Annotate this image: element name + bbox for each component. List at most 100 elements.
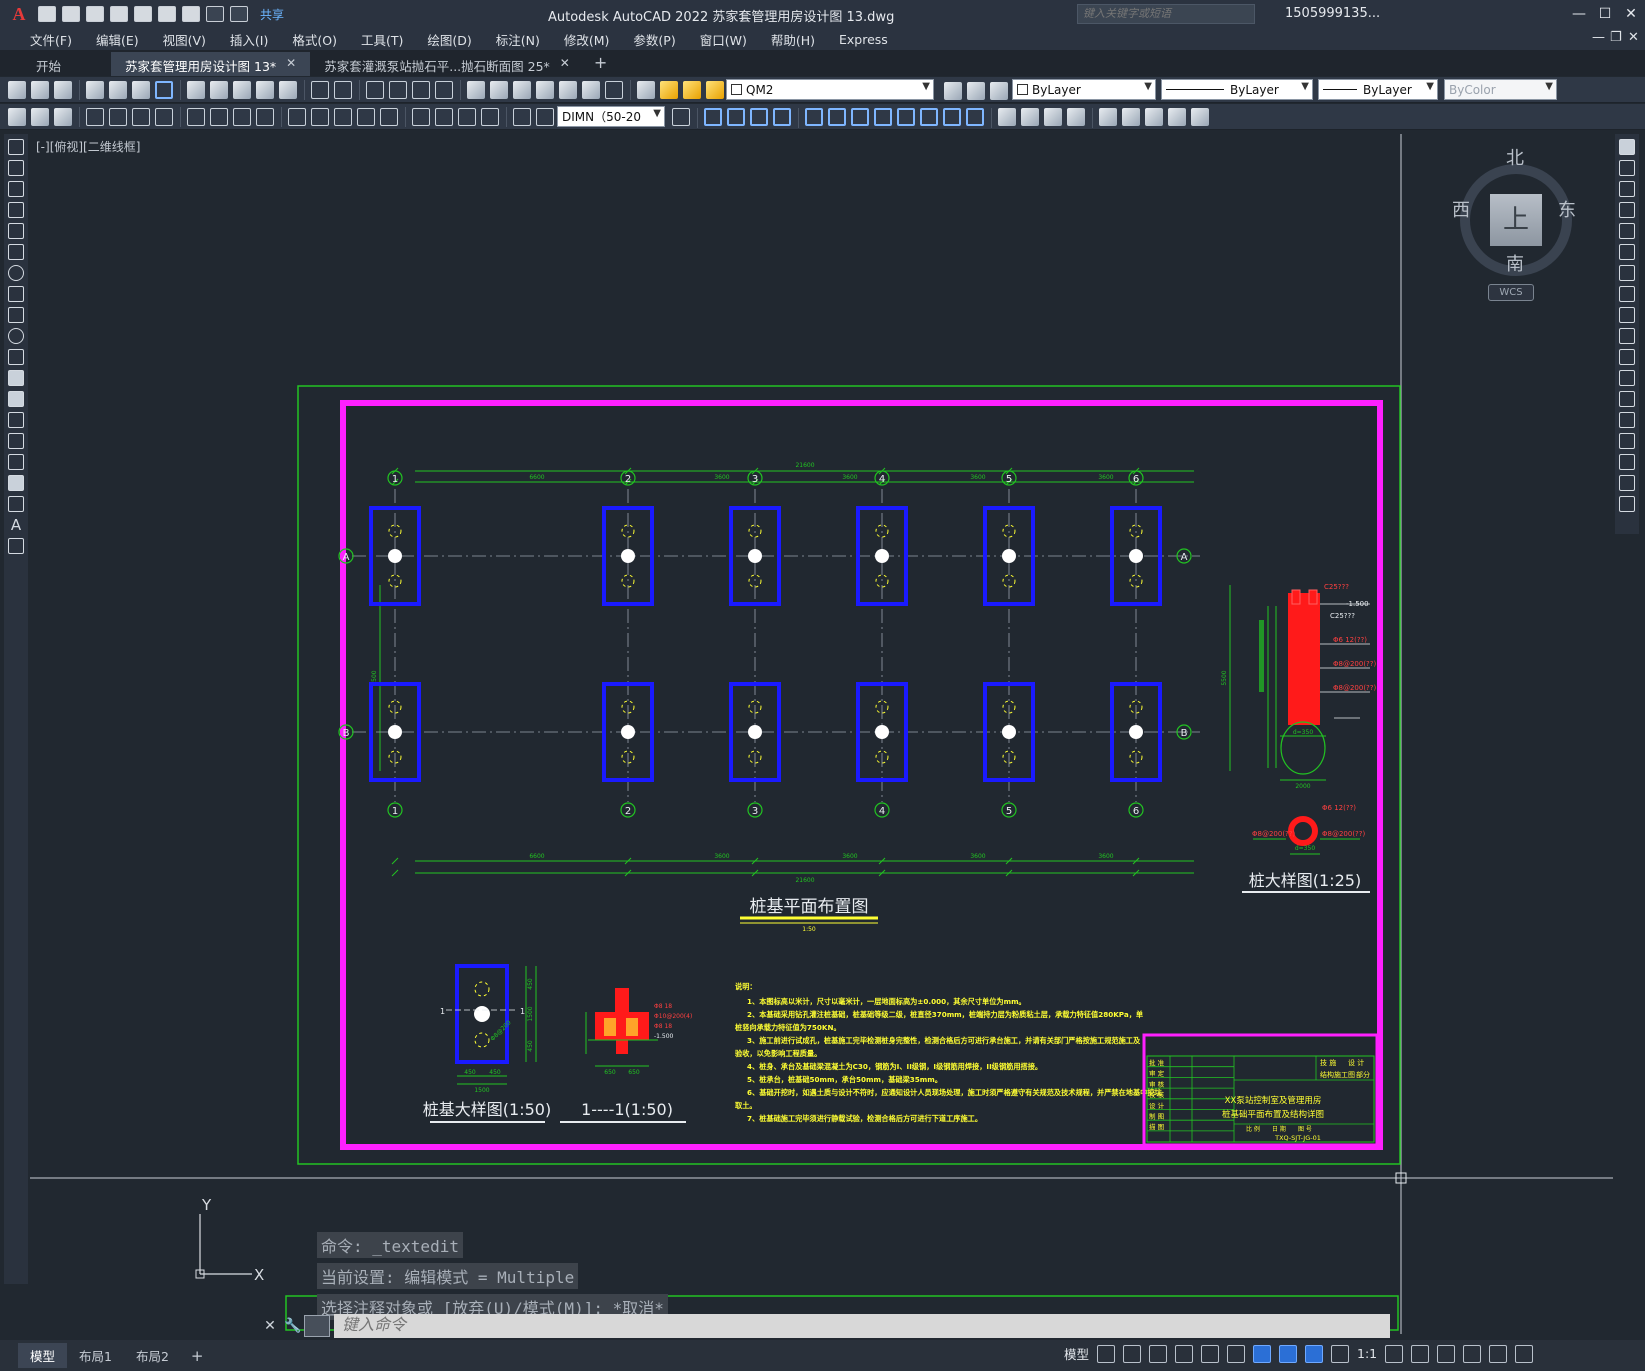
new-tab-button[interactable]: + (584, 53, 617, 76)
zoom-window-icon[interactable] (412, 80, 430, 99)
offset-icon[interactable] (1619, 202, 1635, 218)
layer-previous-icon[interactable] (967, 82, 985, 100)
viewcube-west[interactable]: 西 (1452, 196, 1470, 222)
stretch-icon[interactable] (1619, 307, 1635, 323)
sheet-set-icon[interactable] (536, 80, 554, 99)
line-icon[interactable] (8, 139, 24, 155)
break-icon[interactable] (966, 108, 984, 126)
save-icon[interactable] (86, 6, 104, 22)
open-icon[interactable] (31, 80, 49, 99)
dimension-edit-icon[interactable] (513, 107, 531, 126)
command-line-close-icon[interactable]: ✕ (258, 1318, 282, 1334)
autocad-logo-button[interactable]: A (0, 0, 38, 28)
zoom-previous-icon[interactable] (435, 80, 453, 99)
join-icon[interactable] (1619, 412, 1635, 428)
match-properties-icon[interactable] (256, 80, 274, 99)
copy-icon[interactable] (1619, 160, 1635, 176)
quick-dimension-icon[interactable] (288, 107, 306, 126)
viewcube-east[interactable]: 东 (1558, 196, 1576, 222)
object-snap-icon[interactable] (1253, 1344, 1272, 1363)
annotation-scale[interactable]: 1:1 (1357, 1346, 1377, 1361)
isolate-objects-icon[interactable] (1437, 1344, 1456, 1363)
polar-icon[interactable] (1175, 1344, 1194, 1363)
plot-icon[interactable] (86, 80, 104, 99)
menu-draw[interactable]: 绘图(D) (415, 30, 483, 49)
region-icon[interactable] (8, 475, 24, 491)
explode-icon[interactable] (1619, 496, 1635, 512)
draw-order-icon[interactable] (1099, 108, 1117, 126)
viewcube[interactable]: 上 北 南 东 西 WCS (1430, 144, 1600, 324)
maximize-button[interactable]: ☐ (1592, 4, 1618, 24)
viewcube-north[interactable]: 北 (1506, 144, 1524, 170)
redo-icon[interactable] (230, 6, 248, 22)
continue-dimension-icon[interactable] (334, 107, 352, 126)
scale-icon[interactable] (851, 108, 869, 126)
layer-state-icon[interactable] (990, 82, 1008, 100)
user-account[interactable]: 1505999135... (1285, 6, 1380, 21)
trim-icon[interactable] (1619, 328, 1635, 344)
send-back-icon[interactable] (1145, 108, 1163, 126)
menu-file[interactable]: 文件(F) (18, 30, 84, 49)
save-web-icon[interactable] (158, 6, 176, 22)
gradient-icon[interactable] (8, 454, 24, 470)
dimension-style-icon[interactable] (672, 108, 690, 126)
block-editor-icon[interactable] (279, 80, 297, 99)
polygon-icon[interactable] (8, 202, 24, 218)
tool-palettes-icon[interactable] (513, 80, 531, 99)
viewcube-south[interactable]: 南 (1506, 250, 1524, 276)
circle-icon[interactable] (8, 265, 24, 281)
erase-icon[interactable] (874, 108, 892, 126)
layer-on-icon[interactable] (660, 80, 678, 99)
layout-tab-2[interactable]: 布局2 (124, 1343, 181, 1368)
command-input[interactable] (334, 1314, 1390, 1338)
layout-tab-1[interactable]: 布局1 (67, 1343, 124, 1368)
join-icon[interactable] (1067, 108, 1085, 126)
break-icon[interactable] (1619, 391, 1635, 407)
trim-icon[interactable] (920, 108, 938, 126)
revision-cloud-icon[interactable] (8, 286, 24, 302)
linetype-dropdown[interactable]: ByLayer ▼ (1161, 79, 1313, 100)
paste-icon[interactable] (233, 80, 251, 99)
command-customize-icon[interactable]: 🔧 (282, 1318, 304, 1334)
jogged-dimension-icon[interactable] (210, 107, 228, 126)
tab-current-drawing[interactable]: 苏家套管理用房设计图 13* ✕ (111, 52, 311, 76)
lineweight-icon[interactable] (1279, 1344, 1298, 1363)
inspection-icon[interactable] (458, 107, 476, 126)
ortho-icon[interactable] (1149, 1344, 1168, 1363)
point-icon[interactable] (8, 412, 24, 428)
arc-length-icon[interactable] (132, 107, 150, 126)
recent-commands-icon[interactable] (304, 1315, 330, 1337)
plot-icon[interactable] (182, 6, 200, 22)
tab-start[interactable]: 开始 (22, 52, 75, 76)
menu-insert[interactable]: 插入(I) (218, 30, 280, 49)
grid-icon[interactable] (1097, 1344, 1116, 1363)
layer-properties-icon[interactable] (637, 80, 655, 99)
ellipse-icon[interactable] (8, 328, 24, 344)
save-icon[interactable] (54, 80, 72, 99)
share-button[interactable]: 共享 (260, 6, 284, 23)
new-icon[interactable] (8, 80, 26, 99)
plot-preview-icon[interactable] (109, 80, 127, 99)
add-layout-button[interactable]: + (181, 1347, 214, 1365)
hamburger-menu-icon[interactable] (1515, 1344, 1534, 1363)
layer-dropdown[interactable]: QM2 ▼ (726, 79, 934, 100)
viewcube-top-face[interactable]: 上 (1490, 194, 1542, 246)
menu-express[interactable]: Express (827, 32, 900, 47)
dimension-break-icon[interactable] (380, 107, 398, 126)
center-mark-icon[interactable] (435, 107, 453, 126)
dimension-space-icon[interactable] (357, 107, 375, 126)
minimize-button[interactable]: — (1566, 4, 1592, 24)
cut-icon[interactable] (187, 80, 205, 99)
tab-second-drawing[interactable]: 苏家套灌溉泵站抛石平...抛石断面图 25* ✕ (310, 52, 584, 76)
save-as-icon[interactable] (110, 6, 128, 22)
wcs-menu[interactable]: WCS (1488, 284, 1534, 301)
jogged-linear-icon[interactable] (481, 107, 499, 126)
rotate-icon[interactable] (1619, 265, 1635, 281)
stretch-icon[interactable] (897, 108, 915, 126)
ordinate-dimension-icon[interactable] (155, 107, 173, 126)
move-icon[interactable] (1619, 244, 1635, 260)
fillet-icon[interactable] (1619, 454, 1635, 470)
extend-icon[interactable] (1619, 349, 1635, 365)
snap-icon[interactable] (1123, 1344, 1142, 1363)
search-input[interactable] (1077, 4, 1255, 24)
